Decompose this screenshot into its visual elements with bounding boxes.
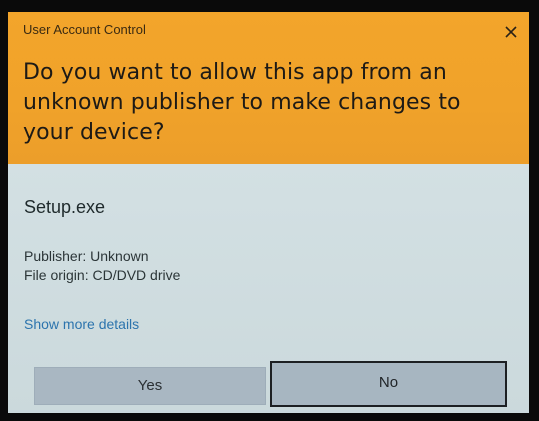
- file-origin-info: File origin: CD/DVD drive: [24, 267, 181, 283]
- close-button[interactable]: [499, 20, 523, 44]
- dialog-question: Do you want to allow this app from an un…: [23, 60, 461, 145]
- photo-frame: User Account Control Do you want to allo…: [0, 0, 539, 421]
- uac-dialog: User Account Control Do you want to allo…: [8, 12, 529, 413]
- yes-button[interactable]: Yes: [34, 367, 266, 405]
- dialog-header: User Account Control Do you want to allo…: [8, 12, 529, 164]
- dialog-body: Setup.exe Publisher: Unknown File origin…: [8, 164, 529, 413]
- window-title: User Account Control: [23, 22, 146, 37]
- no-button[interactable]: No: [270, 361, 507, 407]
- publisher-info: Publisher: Unknown: [24, 248, 149, 264]
- app-name: Setup.exe: [24, 197, 106, 217]
- show-more-details-link[interactable]: Show more details: [24, 316, 139, 332]
- close-icon: [505, 26, 517, 38]
